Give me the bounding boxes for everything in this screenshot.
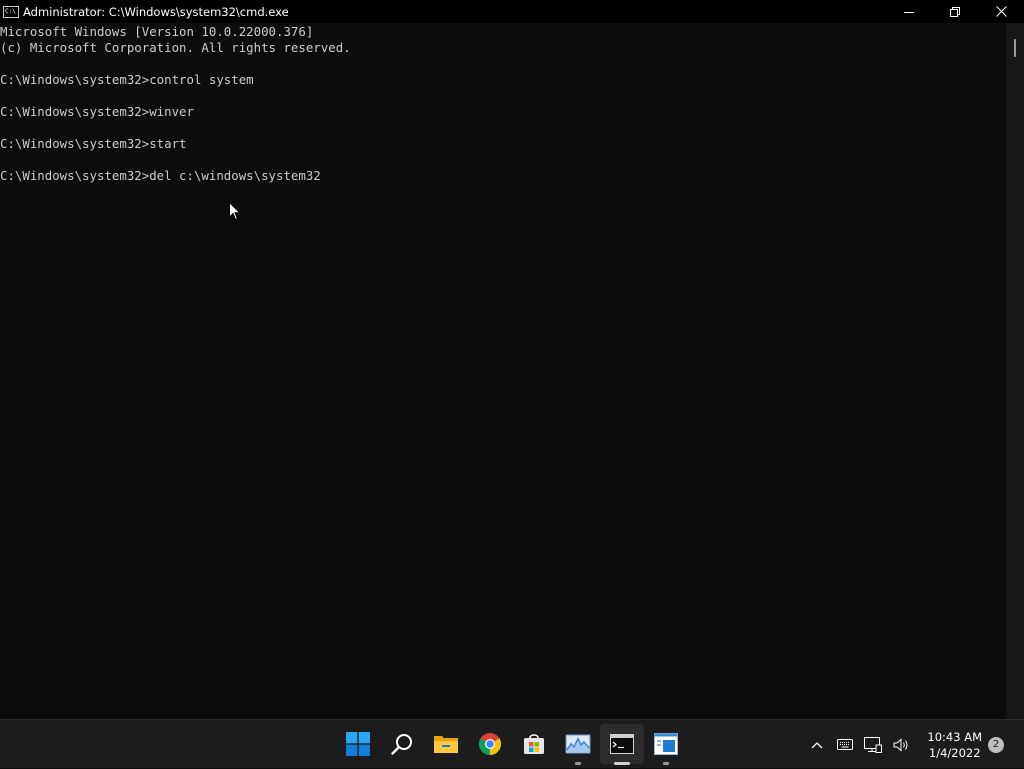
console-line: C:\Windows\system32>control system (0, 72, 254, 87)
chevron-up-icon (811, 741, 823, 748)
console-line: Microsoft Windows [Version 10.0.22000.37… (0, 24, 314, 39)
start-button[interactable] (336, 720, 380, 768)
console-output[interactable]: Microsoft Windows [Version 10.0.22000.37… (0, 23, 1006, 720)
touch-keyboard-button[interactable] (833, 721, 857, 769)
command-prompt-button[interactable] (600, 724, 644, 765)
system-tray: 10:43 AM 1/4/2022 2 (805, 720, 1024, 769)
file-explorer-button[interactable] (424, 720, 468, 768)
taskbar-clock[interactable]: 10:43 AM 1/4/2022 (927, 729, 982, 761)
title-bar[interactable]: C:\ Administrator: C:\Windows\system32\c… (0, 0, 1024, 23)
speaker-icon (893, 737, 908, 752)
close-button[interactable] (978, 0, 1024, 23)
scrollbar-thumb[interactable] (1014, 39, 1016, 57)
system-information-icon (654, 733, 678, 755)
notification-count-badge[interactable]: 2 (988, 736, 1004, 753)
console-line: C:\Windows\system32>del c:\windows\syste… (0, 168, 321, 183)
mouse-pointer-icon (229, 201, 242, 225)
restore-button[interactable] (932, 0, 978, 23)
window-controls (886, 0, 1024, 23)
minimize-icon (904, 11, 914, 13)
volume-button[interactable] (889, 721, 913, 769)
system-information-button[interactable] (644, 720, 688, 768)
minimize-button[interactable] (886, 0, 932, 23)
running-indicator (663, 762, 669, 765)
store-bag-icon (524, 734, 544, 754)
performance-monitor-icon (565, 734, 591, 754)
network-icon (864, 736, 883, 753)
chrome-button[interactable] (468, 720, 512, 768)
search-button[interactable] (380, 720, 424, 768)
vertical-scrollbar[interactable] (1006, 23, 1024, 719)
windows-start-icon (346, 732, 370, 756)
restore-icon (950, 6, 960, 17)
console-line: (c) Microsoft Corporation. All rights re… (0, 40, 351, 55)
performance-monitor-button[interactable] (556, 720, 600, 768)
taskbar: 10:43 AM 1/4/2022 2 (0, 719, 1024, 768)
search-icon (391, 734, 412, 755)
folder-icon (434, 736, 458, 753)
window-title: Administrator: C:\Windows\system32\cmd.e… (23, 4, 289, 19)
command-prompt-icon (610, 734, 634, 754)
network-button[interactable] (861, 721, 885, 769)
console-line: C:\Windows\system32>winver (0, 104, 194, 119)
cmd-window: C:\ Administrator: C:\Windows\system32\c… (0, 0, 1024, 719)
keyboard-icon (837, 739, 854, 750)
chrome-icon (479, 733, 501, 755)
show-hidden-icons-button[interactable] (805, 721, 829, 769)
clock-date: 1/4/2022 (928, 745, 981, 760)
taskbar-apps (336, 720, 688, 769)
clock-time: 10:43 AM (927, 729, 982, 744)
active-indicator (614, 762, 630, 765)
close-icon (995, 6, 1007, 17)
cmd-app-icon[interactable]: C:\ (3, 5, 19, 18)
running-indicator (575, 762, 581, 765)
microsoft-store-button[interactable] (512, 720, 556, 768)
console-line: C:\Windows\system32>start (0, 136, 187, 151)
